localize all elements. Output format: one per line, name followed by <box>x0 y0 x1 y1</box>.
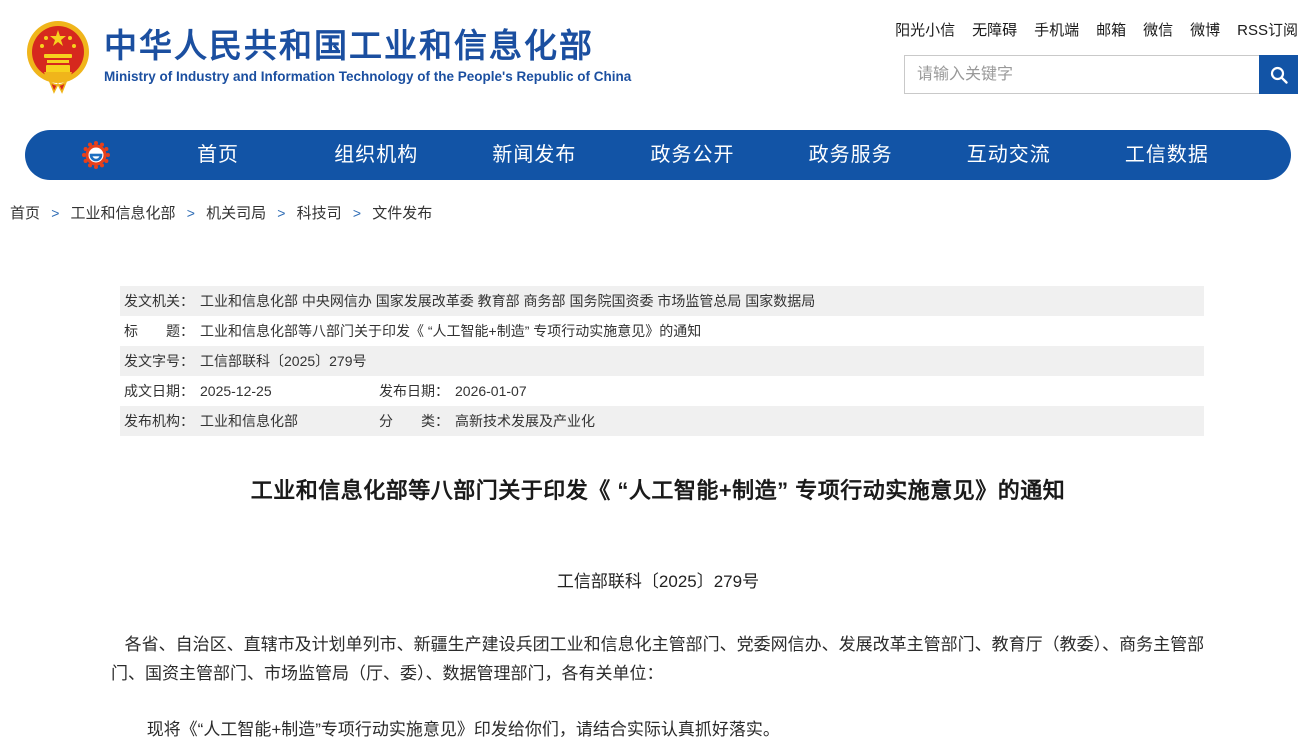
brand-text: 中华人民共和国工业和信息化部 Ministry of Industry and … <box>104 18 631 84</box>
nav-item-interaction[interactable]: 互动交流 <box>930 130 1088 180</box>
main-nav: 首页 组织机构 新闻发布 政务公开 政务服务 互动交流 工信数据 <box>25 130 1291 180</box>
document-meta-table: 发文机关： 工业和信息化部 中央网信办 国家发展改革委 教育部 商务部 国务院国资… <box>120 286 1204 436</box>
breadcrumb-separator: > <box>187 205 195 221</box>
meta-value: 工信部联科〔2025〕279号 <box>200 353 367 369</box>
content: 发文机关： 工业和信息化部 中央网信办 国家发展改革委 教育部 商务部 国务院国资… <box>0 286 1316 744</box>
nav-item-gov-disclosure[interactable]: 政务公开 <box>613 130 771 180</box>
meta-value: 2026-01-07 <box>455 383 527 399</box>
meta-label: 发文字号： <box>124 353 194 369</box>
quick-links: 阳光小信 无障碍 手机端 邮箱 微信 微博 RSS订阅 <box>904 16 1298 42</box>
quick-link-weibo[interactable]: 微博 <box>1190 19 1220 40</box>
nav-item-gov-services[interactable]: 政务服务 <box>772 130 930 180</box>
meta-label: 发文机关： <box>124 293 194 309</box>
search-input[interactable] <box>905 56 1259 93</box>
nav-item-organization[interactable]: 组织机构 <box>297 130 455 180</box>
breadcrumb-science-tech-dept[interactable]: 科技司 <box>297 205 342 222</box>
site-header: 中华人民共和国工业和信息化部 Ministry of Industry and … <box>0 0 1316 128</box>
quick-link-mobile[interactable]: 手机端 <box>1034 19 1079 40</box>
meta-label: 发布日期： <box>379 383 449 399</box>
nav-items: 首页 组织机构 新闻发布 政务公开 政务服务 互动交流 工信数据 <box>139 130 1246 180</box>
search-button[interactable] <box>1259 55 1298 94</box>
meta-value: 工业和信息化部 <box>200 413 298 429</box>
breadcrumb-separator: > <box>277 205 285 221</box>
meta-row-dates: 成文日期： 2025-12-25 发布日期： 2026-01-07 <box>120 376 1204 406</box>
miit-gear-logo-icon <box>81 140 111 170</box>
breadcrumb-current-page: 文件发布 <box>372 205 432 222</box>
meta-label: 发布机构： <box>124 413 194 429</box>
meta-value: 工业和信息化部等八部门关于印发《 “人工智能+制造” 专项行动实施意见》的通知 <box>200 323 701 339</box>
paragraph-addressees: 各省、自治区、直辖市及计划单列市、新疆生产建设兵团工业和信息化主管部门、党委网信… <box>111 630 1207 688</box>
document-title: 工业和信息化部等八部门关于印发《 “人工智能+制造” 专项行动实施意见》的通知 <box>60 473 1256 505</box>
meta-row-title: 标 题： 工业和信息化部等八部门关于印发《 “人工智能+制造” 专项行动实施意见》… <box>120 316 1204 346</box>
search-box <box>904 55 1298 94</box>
national-emblem-icon <box>26 18 90 108</box>
quick-link-rss[interactable]: RSS订阅 <box>1237 19 1298 40</box>
breadcrumb-separator: > <box>51 205 59 221</box>
meta-row-publisher-category: 发布机构： 工业和信息化部 分 类： 高新技术发展及产业化 <box>120 406 1204 436</box>
site-brand: 中华人民共和国工业和信息化部 Ministry of Industry and … <box>26 18 631 108</box>
quick-link-wechat[interactable]: 微信 <box>1143 19 1173 40</box>
meta-value: 2025-12-25 <box>200 383 272 399</box>
meta-value: 高新技术发展及产业化 <box>455 413 595 429</box>
nav-item-home[interactable]: 首页 <box>139 130 297 180</box>
site-subtitle: Ministry of Industry and Information Tec… <box>104 69 631 84</box>
header-right: 阳光小信 无障碍 手机端 邮箱 微信 微博 RSS订阅 <box>904 16 1298 94</box>
search-icon <box>1269 65 1289 85</box>
meta-value: 工业和信息化部 中央网信办 国家发展改革委 教育部 商务部 国务院国资委 市场监… <box>200 293 815 309</box>
site-title: 中华人民共和国工业和信息化部 <box>104 26 631 66</box>
breadcrumb-departments[interactable]: 机关司局 <box>206 205 266 222</box>
quick-link-mail[interactable]: 邮箱 <box>1096 19 1126 40</box>
paragraph-body: 现将《“人工智能+制造”专项行动实施意见》印发给你们，请结合实际认真抓好落实。 <box>111 715 1207 744</box>
page: 中华人民共和国工业和信息化部 Ministry of Industry and … <box>0 0 1316 747</box>
quick-link-sunshine[interactable]: 阳光小信 <box>895 19 955 40</box>
nav-item-news[interactable]: 新闻发布 <box>455 130 613 180</box>
quick-link-accessibility[interactable]: 无障碍 <box>972 19 1017 40</box>
breadcrumb: 首页 > 工业和信息化部 > 机关司局 > 科技司 > 文件发布 <box>10 202 1316 223</box>
breadcrumb-miit[interactable]: 工业和信息化部 <box>71 205 176 222</box>
nav-item-miit-data[interactable]: 工信数据 <box>1088 130 1246 180</box>
breadcrumb-home[interactable]: 首页 <box>10 205 40 222</box>
meta-row-doc-number: 发文字号： 工信部联科〔2025〕279号 <box>120 346 1204 376</box>
meta-label: 分 类： <box>379 413 449 429</box>
breadcrumb-separator: > <box>353 205 361 221</box>
meta-label: 标 题： <box>124 323 194 339</box>
meta-row-issuing-authority: 发文机关： 工业和信息化部 中央网信办 国家发展改革委 教育部 商务部 国务院国资… <box>120 286 1204 316</box>
meta-label: 成文日期： <box>124 383 194 399</box>
document-number: 工信部联科〔2025〕279号 <box>0 567 1316 592</box>
